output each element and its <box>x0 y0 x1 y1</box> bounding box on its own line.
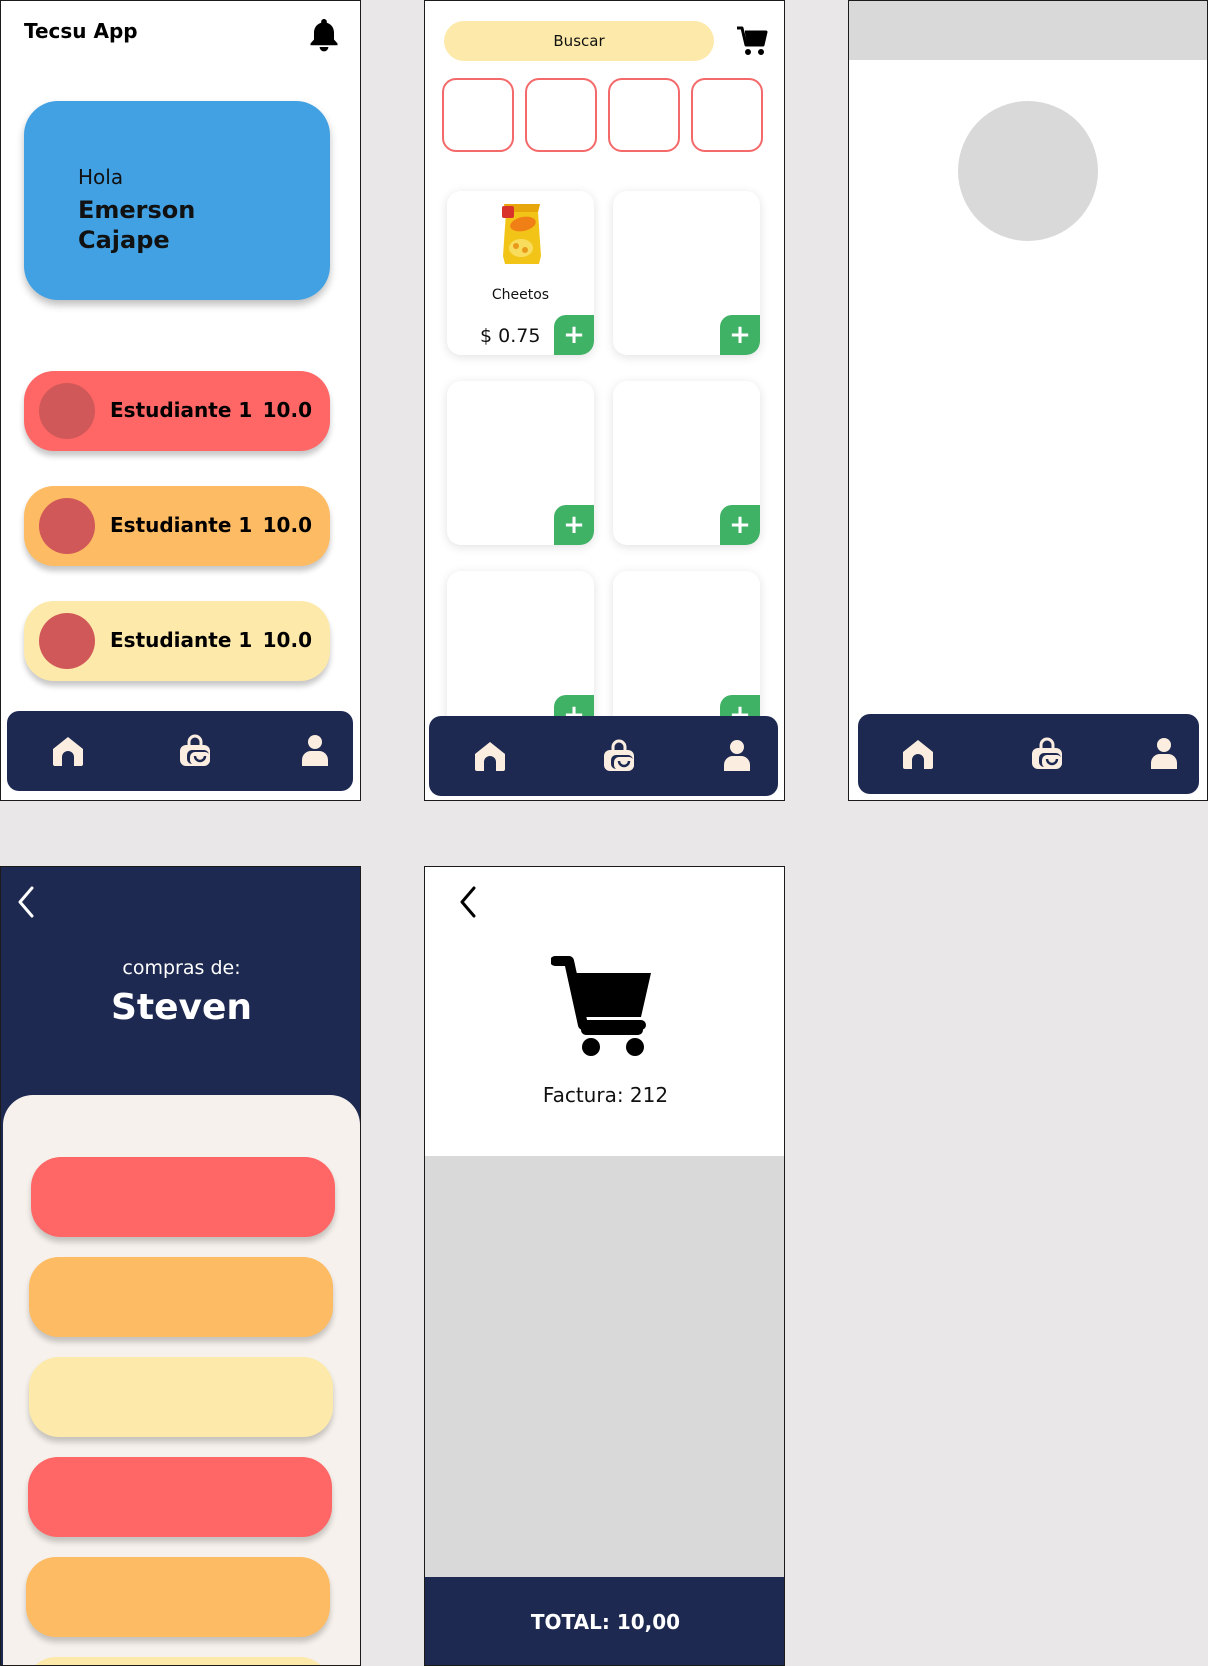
user-icon[interactable] <box>719 738 755 774</box>
shop-screen: Buscar Cheetos $ 0.75 + + + + + + <box>424 0 785 801</box>
student-name: Estudiante 1 <box>110 513 253 537</box>
shopping-bag-icon[interactable] <box>1029 736 1065 772</box>
add-to-cart-button[interactable]: + <box>554 315 594 355</box>
back-arrow-icon[interactable] <box>15 885 37 919</box>
bottom-nav <box>429 716 778 796</box>
purchases-subtitle: compras de: <box>122 957 241 979</box>
invoice-screen: Factura: 212 TOTAL: 10,00 <box>424 866 785 1666</box>
category-tile[interactable] <box>608 78 680 152</box>
product-card[interactable]: Cheetos $ 0.75 + <box>447 191 594 355</box>
user-name: Emerson Cajape <box>78 196 196 254</box>
bottom-nav <box>7 711 353 791</box>
student-score: 10.0 <box>262 628 312 652</box>
home-icon[interactable] <box>50 733 86 769</box>
student-card[interactable]: Estudiante 1 10.0 <box>24 601 330 681</box>
purchase-item[interactable] <box>29 1257 333 1337</box>
student-card[interactable]: Estudiante 1 10.0 <box>24 371 330 451</box>
home-screen: Tecsu App Hola Emerson Cajape Estudiante… <box>0 0 361 801</box>
add-to-cart-button[interactable]: + <box>720 505 760 545</box>
student-score: 10.0 <box>262 398 312 422</box>
back-arrow-icon[interactable] <box>457 885 479 919</box>
purchase-item[interactable] <box>29 1357 333 1437</box>
purchase-item[interactable] <box>26 1657 330 1665</box>
category-tile[interactable] <box>442 78 514 152</box>
purchase-item[interactable] <box>31 1157 335 1237</box>
profile-header <box>849 1 1207 60</box>
product-card[interactable]: + <box>613 381 760 545</box>
product-card[interactable]: + <box>447 381 594 545</box>
invoice-items-area <box>425 1156 784 1577</box>
add-to-cart-button[interactable]: + <box>720 315 760 355</box>
invoice-number: Factura: 212 <box>542 1083 669 1107</box>
shopping-bag-icon[interactable] <box>177 733 213 769</box>
student-score: 10.0 <box>262 513 312 537</box>
student-card[interactable]: Estudiante 1 10.0 <box>24 486 330 566</box>
greeting-card: Hola Emerson Cajape <box>24 101 330 300</box>
product-card[interactable]: + <box>613 191 760 355</box>
search-input[interactable]: Buscar <box>444 21 714 61</box>
profile-avatar[interactable] <box>958 101 1098 241</box>
product-price: $ 0.75 <box>480 325 541 347</box>
product-name: Cheetos <box>491 287 550 303</box>
category-tile[interactable] <box>525 78 597 152</box>
student-name: Estudiante 1 <box>110 398 253 422</box>
student-avatar <box>39 498 95 554</box>
app-title: Tecsu App <box>24 19 138 43</box>
shopping-bag-icon[interactable] <box>601 738 637 774</box>
bell-icon[interactable] <box>309 18 339 52</box>
bottom-nav <box>858 714 1199 794</box>
purchases-screen: compras de: Steven <box>0 866 361 1666</box>
home-icon[interactable] <box>900 736 936 772</box>
student-name: Estudiante 1 <box>110 628 253 652</box>
home-icon[interactable] <box>472 738 508 774</box>
greeting-text: Hola <box>78 165 124 189</box>
purchase-item[interactable] <box>28 1457 332 1537</box>
cart-icon <box>550 955 657 1059</box>
purchase-item[interactable] <box>26 1557 330 1637</box>
user-icon[interactable] <box>297 733 333 769</box>
cart-icon[interactable] <box>736 25 768 57</box>
invoice-total: TOTAL: 10,00 <box>425 1577 784 1665</box>
add-to-cart-button[interactable]: + <box>554 505 594 545</box>
product-card[interactable]: + <box>447 571 594 735</box>
product-image <box>501 202 543 266</box>
user-icon[interactable] <box>1146 736 1182 772</box>
category-tile[interactable] <box>691 78 763 152</box>
student-avatar <box>39 383 95 439</box>
student-avatar <box>39 613 95 669</box>
purchases-owner-name: Steven <box>110 987 253 1028</box>
profile-screen <box>848 0 1208 801</box>
product-card[interactable]: + <box>613 571 760 735</box>
